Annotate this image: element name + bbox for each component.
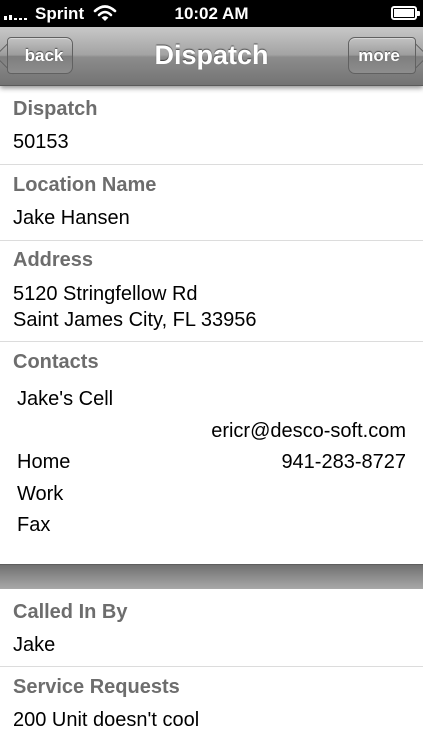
called-in-by-value: Jake bbox=[13, 634, 56, 656]
address-line-1: 5120 Stringfellow Rd bbox=[13, 283, 198, 305]
dispatch-field[interactable]: Dispatch 50153 bbox=[0, 86, 423, 165]
back-button-label: back bbox=[24, 45, 64, 65]
service-requests-field[interactable]: Service Requests 200 Unit doesn't cool bbox=[0, 667, 423, 750]
address-label: Address bbox=[13, 249, 94, 271]
address-line-2: Saint James City, FL 33956 bbox=[13, 309, 257, 331]
contact-home-label: Home bbox=[17, 451, 71, 473]
address-field[interactable]: Address 5120 Stringfellow Rd Saint James… bbox=[0, 241, 423, 342]
contact-group-name[interactable]: Jake's Cell bbox=[17, 388, 113, 411]
contact-fax-label: Fax bbox=[17, 514, 51, 536]
more-button-label: more bbox=[358, 45, 400, 65]
contact-work-label: Work bbox=[17, 483, 64, 505]
contact-home-phone[interactable]: 941-283-8727 bbox=[281, 451, 406, 474]
location-name-field[interactable]: Location Name Jake Hansen bbox=[0, 165, 423, 241]
location-name-value: Jake Hansen bbox=[13, 207, 130, 229]
detail-list: Dispatch 50153 Location Name Jake Hansen… bbox=[0, 86, 423, 750]
battery-icon bbox=[391, 6, 420, 20]
called-in-by-label: Called In By bbox=[13, 601, 128, 623]
service-requests-label: Service Requests bbox=[13, 676, 180, 698]
dispatch-value: 50153 bbox=[13, 131, 69, 153]
clock: 10:02 AM bbox=[174, 4, 249, 23]
called-in-by-field[interactable]: Called In By Jake bbox=[0, 589, 423, 667]
contacts-field: Contacts Jake's Cell ericr@desco-soft.co… bbox=[0, 342, 423, 564]
more-button[interactable]: more bbox=[348, 37, 423, 75]
service-request-item: 200 Unit doesn't cool bbox=[13, 709, 200, 731]
dispatch-screen: Sprint 10:02 AM back Dispatch more Dispa… bbox=[0, 0, 423, 750]
location-name-label: Location Name bbox=[13, 174, 157, 196]
dispatch-label: Dispatch bbox=[13, 98, 98, 120]
section-divider bbox=[0, 564, 423, 589]
contacts-label: Contacts bbox=[13, 351, 99, 373]
contact-email[interactable]: ericr@desco-soft.com bbox=[211, 420, 406, 443]
status-bar: Sprint 10:02 AM bbox=[0, 0, 423, 27]
navigation-bar: back Dispatch more bbox=[0, 27, 423, 86]
